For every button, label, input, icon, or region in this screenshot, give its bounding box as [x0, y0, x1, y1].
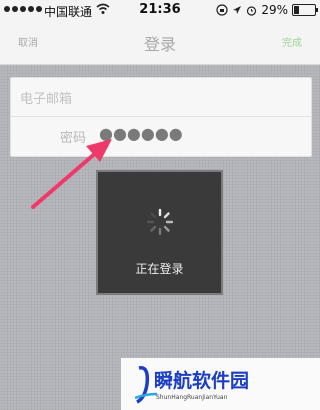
loading-message: 正在登录 [135, 262, 184, 276]
loading-overlay: 正在登录 [96, 170, 223, 295]
watermark: 瞬航软件园 ShunHangRuanJianYuan [121, 358, 320, 410]
spinner-icon [146, 208, 174, 236]
watermark-title: 瞬航软件园 [154, 370, 250, 392]
watermark-subtitle: ShunHangRuanJianYuan [156, 394, 228, 401]
